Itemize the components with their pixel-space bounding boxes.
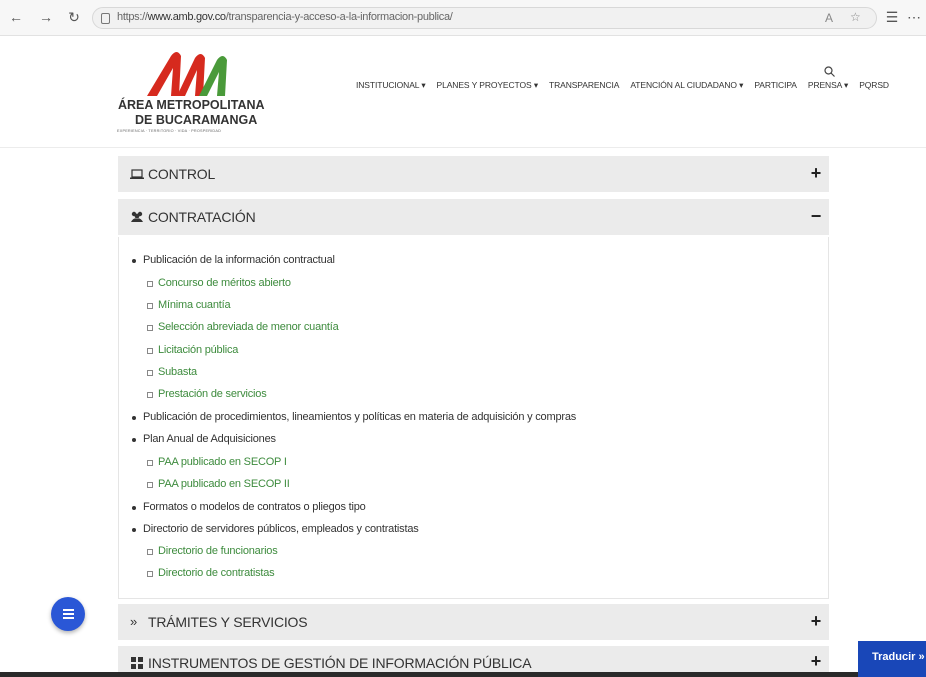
accordion-control[interactable]: CONTROL +: [118, 156, 829, 192]
list-item[interactable]: Publicación de la información contractua…: [132, 254, 335, 266]
page-info-icon[interactable]: [101, 13, 110, 24]
url-domain: www.amb.gov.co: [147, 11, 226, 23]
site-header: ÁREA METROPOLITANA DE BUCARAMANGA EXPERI…: [0, 36, 926, 148]
list-item-link[interactable]: Directorio de funcionarios: [147, 545, 278, 557]
list-item[interactable]: Directorio de servidores públicos, emple…: [132, 523, 419, 535]
logo-tagline: EXPERIENCIA · TERRITORIO · VIDA · PROSPE…: [117, 129, 222, 133]
nav-prensa[interactable]: PRENSA ▾: [808, 80, 848, 91]
list-item-link[interactable]: Concurso de méritos abierto: [147, 277, 291, 289]
taskbar-strip: [0, 672, 858, 677]
accordion-instrumentos-header[interactable]: INSTRUMENTOS DE GESTIÓN DE INFORMACIÓN P…: [118, 646, 829, 672]
list-item-link[interactable]: Prestación de servicios: [147, 388, 267, 400]
accordion-contratacion[interactable]: CONTRATACIÓN −: [118, 199, 829, 235]
nav-pqrsd[interactable]: PQRSD: [859, 80, 889, 91]
address-bar[interactable]: https://www.amb.gov.co/transparencia-y-a…: [92, 7, 877, 29]
accordion-contratacion-title: CONTRATACIÓN: [148, 209, 256, 225]
search-icon[interactable]: [824, 66, 835, 77]
collapse-minus-icon[interactable]: −: [810, 206, 822, 227]
list-item-link[interactable]: Mínima cuantía: [146, 299, 231, 311]
accordion-tramites[interactable]: » TRÁMITES Y SERVICIOS +: [118, 604, 829, 640]
nav-atencion-ciudadano[interactable]: ATENCIÓN AL CIUDADANO ▾: [630, 80, 743, 91]
back-arrow-icon[interactable]: ←: [8, 9, 24, 25]
list-item-link[interactable]: Selección abreviada de menor cuantía: [147, 321, 339, 333]
logo-title: ÁREA METROPOLITANA: [118, 98, 265, 112]
favorite-star-icon[interactable]: ☆: [850, 10, 861, 24]
list-item-link[interactable]: Licitación pública: [146, 344, 238, 356]
url-path: /transparencia-y-acceso-a-la-informacion…: [225, 11, 453, 23]
list-item-link[interactable]: PAA publicado en SECOP I: [147, 456, 287, 468]
read-aloud-icon[interactable]: A: [825, 11, 833, 25]
reload-icon[interactable]: ↻: [66, 9, 82, 25]
favorites-icon[interactable]: ☰: [884, 9, 900, 25]
list-icon: [63, 609, 74, 619]
contratacion-body: Publicación de la información contractua…: [118, 237, 829, 599]
list-item-link[interactable]: Directorio de contratistas: [146, 567, 275, 579]
nav-transparencia[interactable]: TRANSPARENCIA: [549, 80, 619, 91]
accordion-tramites-title: TRÁMITES Y SERVICIOS: [148, 614, 308, 630]
expand-plus-icon[interactable]: +: [810, 611, 822, 632]
double-chevron-icon: »: [130, 614, 138, 629]
laptop-icon: [130, 169, 144, 179]
forward-arrow-icon[interactable]: →: [38, 9, 54, 25]
accordion-contratacion-header[interactable]: CONTRATACIÓN −: [118, 199, 829, 235]
browser-toolbar: ← → ↻ https://www.amb.gov.co/transparenc…: [0, 0, 926, 36]
accordion-instrumentos-title: INSTRUMENTOS DE GESTIÓN DE INFORMACIÓN P…: [148, 655, 532, 671]
accordion-instrumentos[interactable]: INSTRUMENTOS DE GESTIÓN DE INFORMACIÓN P…: [118, 646, 829, 672]
translate-button[interactable]: Traducir »: [858, 641, 926, 677]
accordion-control-title: CONTROL: [148, 166, 216, 182]
nav-participa[interactable]: PARTICIPA: [754, 80, 797, 91]
list-item-link[interactable]: PAA publicado en SECOP II: [147, 478, 290, 490]
expand-plus-icon[interactable]: +: [810, 163, 822, 184]
nav-institucional[interactable]: INSTITUCIONAL ▾: [356, 80, 426, 91]
grid-icon: [131, 657, 143, 669]
nav-planes-proyectos[interactable]: PLANES Y PROYECTOS ▾: [437, 80, 539, 91]
more-menu-icon[interactable]: ⋯: [906, 9, 922, 25]
accordion-tramites-header[interactable]: » TRÁMITES Y SERVICIOS +: [118, 604, 829, 640]
url-prefix: https://: [117, 11, 148, 23]
menu-fab-button[interactable]: [51, 597, 85, 631]
list-item[interactable]: Publicación de procedimientos, lineamien…: [131, 411, 576, 423]
list-item-link[interactable]: Subasta: [147, 366, 197, 378]
list-item[interactable]: Plan Anual de Adquisiciones: [132, 433, 276, 445]
amb-logo-icon[interactable]: [143, 48, 233, 98]
accordion-control-header[interactable]: CONTROL +: [118, 156, 829, 192]
logo-subtitle: DE BUCARAMANGA: [135, 113, 258, 127]
url-text: https://www.amb.gov.co/transparencia-y-a…: [117, 11, 453, 23]
expand-plus-icon[interactable]: +: [810, 651, 822, 672]
main-nav: INSTITUCIONAL ▾ PLANES Y PROYECTOS ▾ TRA…: [356, 80, 900, 91]
users-icon: [131, 211, 143, 222]
list-item[interactable]: Formatos o modelos de contratos o pliego…: [132, 501, 366, 513]
